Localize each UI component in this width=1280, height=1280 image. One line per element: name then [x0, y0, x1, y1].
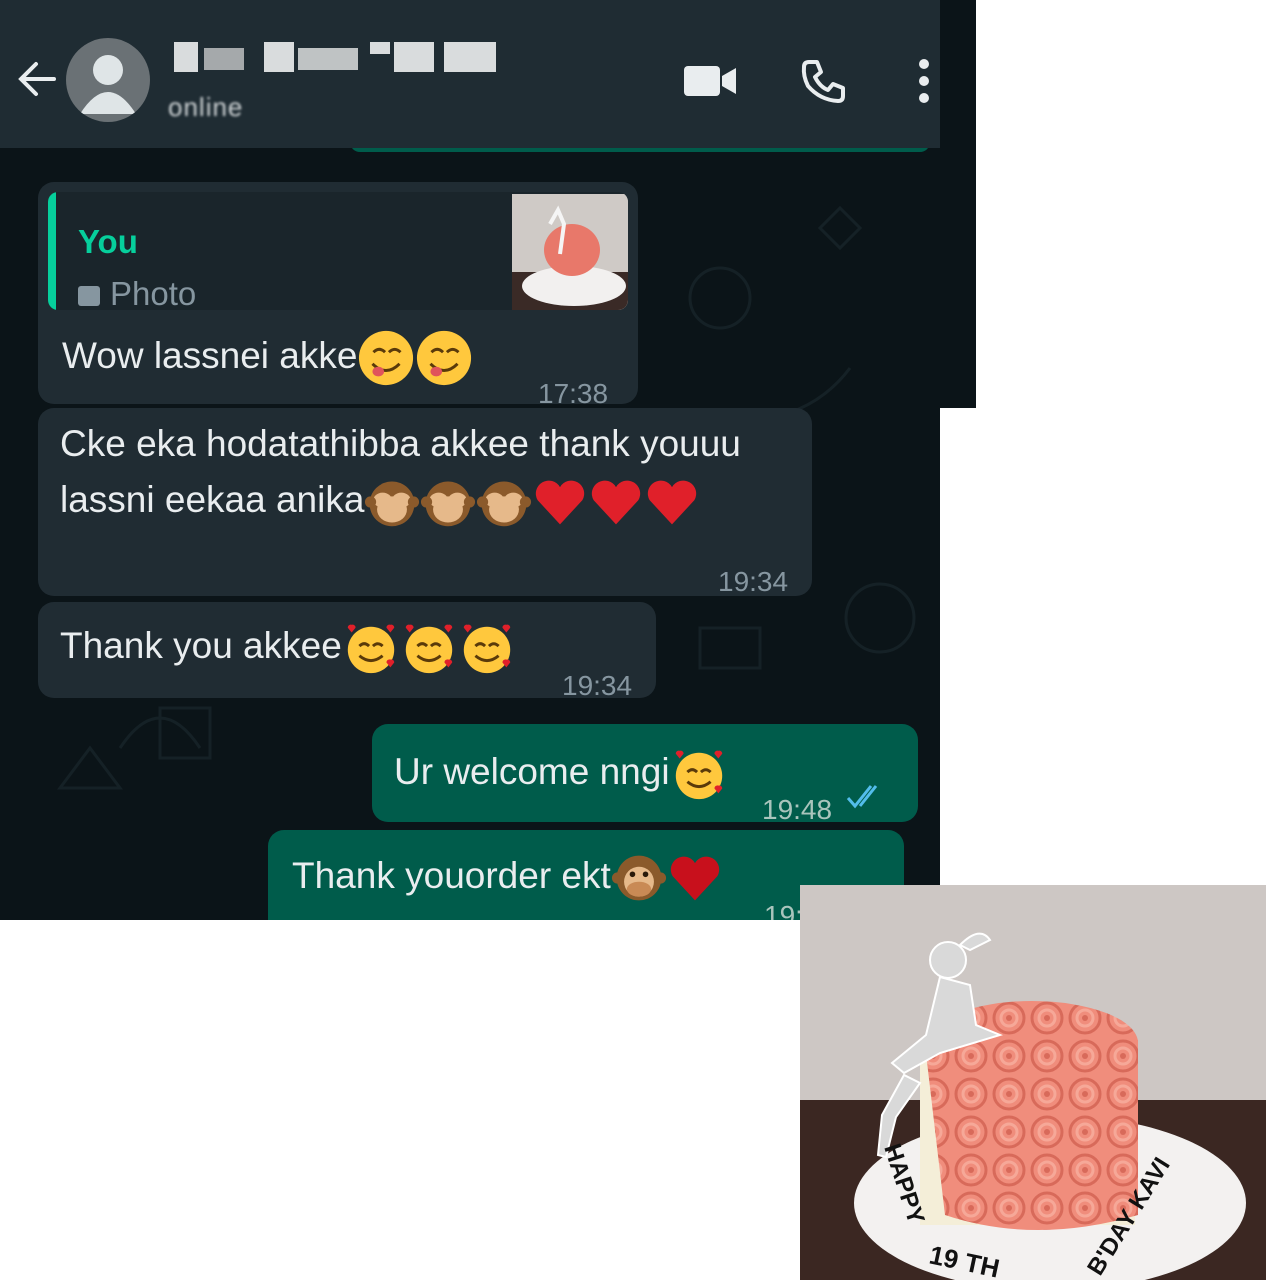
message-text: lassni eekaa anika: [60, 479, 365, 520]
quote-author: You: [78, 223, 138, 260]
red-heart-icon: [536, 480, 585, 525]
speak-no-evil-monkey-icon: [611, 855, 666, 901]
message-bubble-incoming[interactable]: Cke eka hodatathibba akkee thank youuu l…: [38, 408, 812, 597]
phone-icon[interactable]: [800, 58, 846, 104]
red-heart-icon: [648, 480, 697, 525]
message-time: 19:: [764, 900, 803, 920]
double-check-read-icon: [846, 785, 878, 809]
message-text-3: Thank you akkee: [60, 618, 516, 677]
see-no-evil-monkey-icon: [477, 481, 532, 527]
quote-type: Photo: [78, 266, 196, 310]
message-text-5: Thank youorder ekt: [292, 848, 723, 906]
message-text-1: Wow lassnei akke: [62, 328, 473, 387]
message-text-4: Ur welcome nngi: [394, 744, 728, 803]
chat-header: online: [0, 0, 940, 148]
see-no-evil-monkey-icon: [365, 481, 420, 527]
yum-face-icon: [359, 331, 414, 386]
yum-face-icon: [417, 331, 472, 386]
smiling-face-with-hearts-icon: [463, 624, 511, 674]
contact-status: online: [168, 92, 244, 122]
quoted-message[interactable]: You Photo: [48, 192, 628, 310]
quote-accent-bar: [48, 192, 56, 310]
more-vert-icon[interactable]: [914, 58, 934, 104]
message-bubble-outgoing[interactable]: Ur welcome nngi 19:48: [372, 724, 918, 825]
cake-photo: HAPPY 19 TH B'DAY KAVI: [800, 885, 1266, 1280]
message-text: Thank you akkee: [60, 625, 342, 666]
back-arrow-icon[interactable]: [16, 56, 58, 102]
default-avatar-icon: [80, 55, 136, 114]
smiling-face-with-hearts-icon: [675, 750, 722, 800]
chat-screenshot: You Photo Wow lassnei akke 17:38 Cke eka…: [0, 0, 940, 920]
contact-name-pixelated[interactable]: [174, 38, 504, 78]
smiling-face-with-hearts-icon: [405, 624, 453, 674]
message-text: Ur welcome nngi: [394, 751, 670, 792]
message-time: 19:34: [562, 670, 633, 701]
photo-icon: [78, 286, 100, 307]
see-no-evil-monkey-icon: [421, 481, 476, 527]
red-heart-icon: [592, 480, 641, 525]
avatar-icon[interactable]: [66, 38, 150, 122]
quote-type-label: Photo: [110, 275, 197, 310]
message-time: 19:34: [718, 566, 789, 597]
video-call-icon[interactable]: [684, 64, 736, 98]
message-text: Wow lassnei akke: [62, 335, 358, 376]
message-bubble-incoming[interactable]: Thank you akkee 19:34: [38, 602, 656, 701]
chat-screenshot-edge: [940, 0, 976, 408]
message-text: Thank youorder ekt: [292, 855, 611, 896]
message-text-2: lassni eekaa anika: [60, 472, 700, 530]
message-text: Cke eka hodatathibba akkee thank youuu: [60, 423, 741, 464]
quote-thumbnail-cake: [512, 194, 628, 310]
red-heart-icon: [670, 856, 719, 901]
smiling-face-with-hearts-icon: [347, 624, 395, 674]
message-bubble-incoming[interactable]: You Photo Wow lassnei akke 17:38: [38, 182, 638, 409]
